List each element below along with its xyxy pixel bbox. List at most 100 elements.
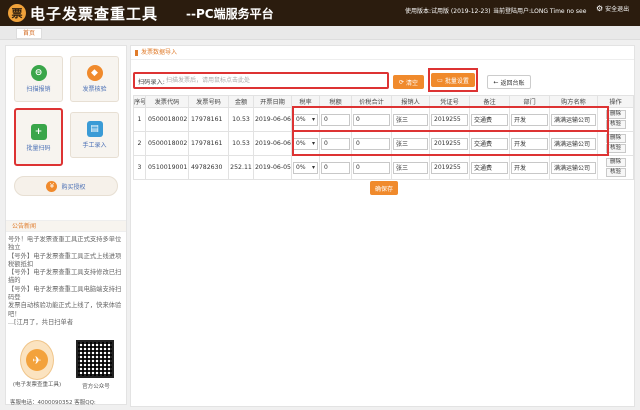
note-field[interactable]: 交通费 [471,113,508,126]
reimburser-field[interactable]: 张三 [393,137,428,150]
buy-license-label: 购买授权 [61,183,86,191]
app-qr-logo-icon: ✈ [26,349,48,371]
app-logo-icon: 票 [8,4,26,22]
invoice-code: 050001800211 [145,131,189,156]
chevron-down-icon: ▾ [311,116,315,123]
chevron-down-icon: ▾ [311,164,315,171]
tab-bar: 首页 [0,26,640,40]
notice-item[interactable]: 发票自动核验功能正式上线了，快来体验吧！ [8,302,124,319]
notice-title: 公告新闻 [6,220,126,232]
tax-amount-field[interactable]: 0 [321,113,350,126]
invoice-date: 2019-06-05 [253,155,292,180]
notice-item[interactable]: 号外！电子发票查重工具正式支持多单位独立 [8,236,124,253]
amount: 10.53 [228,107,254,132]
top-header: 票 电子发票查重工具 --PC端服务平台 使用版本:试用版 (2019-12-2… [0,0,640,26]
manual-entry-tile[interactable]: ▤ 手工录入 [70,112,119,158]
voucher-field[interactable]: 2019255 [431,113,468,126]
batch-settings-label: 批量设置 [444,77,469,85]
department-field[interactable]: 开发 [511,161,548,174]
department-field[interactable]: 开发 [511,113,548,126]
invoice-table: 序号 发票代码 发票号码 金额 开票日期 税率 税额 价税合计 报销人 凭证号 … [133,95,634,180]
version-info: 使用版本:试用版 (2019-12-23) [405,8,491,15]
total-amount-field[interactable]: 0 [353,161,390,174]
note-field[interactable]: 交通费 [471,137,508,150]
tax-rate-value: 0% [296,116,306,123]
buyer-field[interactable]: 满满运输公司 [551,161,596,174]
tile-label: 手工录入 [82,142,107,149]
save-button[interactable]: 确保存 [370,181,398,195]
delete-button[interactable]: 删除 [605,110,626,119]
tile-label: 批量扫码 [26,145,51,152]
note-field[interactable]: 交通费 [471,161,508,174]
reimburser-field[interactable]: 张三 [393,113,428,126]
monitor-icon: ▭ [437,76,443,84]
invoice-verify-tile[interactable]: ◆ 发票核验 [70,56,119,102]
qr-area: ✈ (电子发票查重工具) 官方公众号 [8,334,124,404]
department-field[interactable]: 开发 [511,137,548,150]
scan-input-wrapper: 扫码录入: [133,72,389,89]
notice-item[interactable]: 【号外】电子发票查重工具支持修改已扫描的 [8,269,124,286]
official-account-qr-code [76,340,114,378]
notice-item[interactable]: ...[江月了，共日扫单者 [8,319,124,327]
col-header: 购方名称 [549,95,598,108]
batch-scan-tile[interactable]: + 批量扫码 [14,108,63,166]
verify-button[interactable]: 核验 [605,120,626,129]
logout-button[interactable]: ⚙ 安全退出 [596,4,629,13]
buy-license-button[interactable]: ¥ 购买授权 [14,176,118,196]
main-panel: 发票数据导入 扫码录入: ⟳ 清空 ▭ 批量设置 ← 返回台账 序号 发票代码 … [130,45,635,407]
notice-item[interactable]: 【号外】电子发票查重工具正式上线进项税额抵扣 [8,253,124,270]
scan-icon: ⊖ [30,65,47,81]
delete-button[interactable]: 删除 [605,134,626,143]
col-header: 税额 [319,95,352,108]
current-user: 当前登陆用户:LONG Time no see [493,8,587,15]
total-amount-field[interactable]: 0 [353,137,390,150]
add-square-icon: + [30,124,47,140]
refresh-icon: ⟳ [398,78,404,86]
app-qr-label: (电子发票查重工具) [12,382,62,388]
col-header: 报销人 [391,95,430,108]
sidebar: ⊖ 扫描报销 ◆ 发票核验 + 批量扫码 ▤ 手工录入 ¥ 购买授权 公告新闻 … [5,45,127,406]
table-row: 1 050001800211 17978161 10.53 2019-06-06… [133,107,634,132]
table-header-row: 序号 发票代码 发票号码 金额 开票日期 税率 税额 价税合计 报销人 凭证号 … [133,95,634,108]
buyer-field[interactable]: 满满运输公司 [551,113,596,126]
total-amount-field[interactable]: 0 [353,113,390,126]
invoice-number: 17978161 [188,107,229,132]
voucher-field[interactable]: 2019255 [431,137,468,150]
tab-home[interactable]: 首页 [16,28,43,39]
tax-rate-value: 0% [296,164,306,171]
notice-item[interactable]: 【号外】电子发票查重工具电脑端支持扫码登 [8,286,124,303]
back-to-ledger-button[interactable]: ← 返回台账 [487,75,531,89]
reimburser-field[interactable]: 张三 [393,161,428,174]
tax-rate-select[interactable]: 0% ▾ [293,113,318,126]
verify-button[interactable]: 核验 [605,144,626,153]
arrow-left-icon: ← [493,78,499,86]
invoice-code: 050001800211 [145,107,189,132]
tax-rate-value: 0% [296,140,306,147]
scan-reimburse-tile[interactable]: ⊖ 扫描报销 [14,56,63,102]
verify-button[interactable]: 核验 [605,168,626,177]
tax-rate-select[interactable]: 0% ▾ [293,161,318,174]
col-header: 价税合计 [351,95,392,108]
amount: 10.53 [228,131,254,156]
delete-button[interactable]: 删除 [605,158,626,167]
clear-button[interactable]: ⟳ 清空 [393,75,424,89]
document-icon: ▤ [86,121,103,137]
tile-label: 发票核验 [82,86,107,93]
tax-rate-select[interactable]: 0% ▾ [293,137,318,150]
voucher-field[interactable]: 2019255 [431,161,468,174]
invoice-number: 49782630 [188,155,229,180]
clear-label: 清空 [406,79,419,87]
chevron-down-icon: ▾ [311,140,315,147]
row-number: 3 [133,155,146,180]
tax-amount-field[interactable]: 0 [321,161,350,174]
row-number: 1 [133,107,146,132]
batch-settings-button[interactable]: ▭ 批量设置 [431,73,475,87]
app-subtitle: --PC端服务平台 [186,7,274,21]
tax-amount-field[interactable]: 0 [321,137,350,150]
panel-title: 发票数据导入 [131,46,634,60]
scan-input[interactable] [166,75,384,86]
invoice-number: 17978161 [188,131,229,156]
scan-label: 扫码录入: [138,79,165,86]
buyer-field[interactable]: 满满运输公司 [551,137,596,150]
row-number: 2 [133,131,146,156]
